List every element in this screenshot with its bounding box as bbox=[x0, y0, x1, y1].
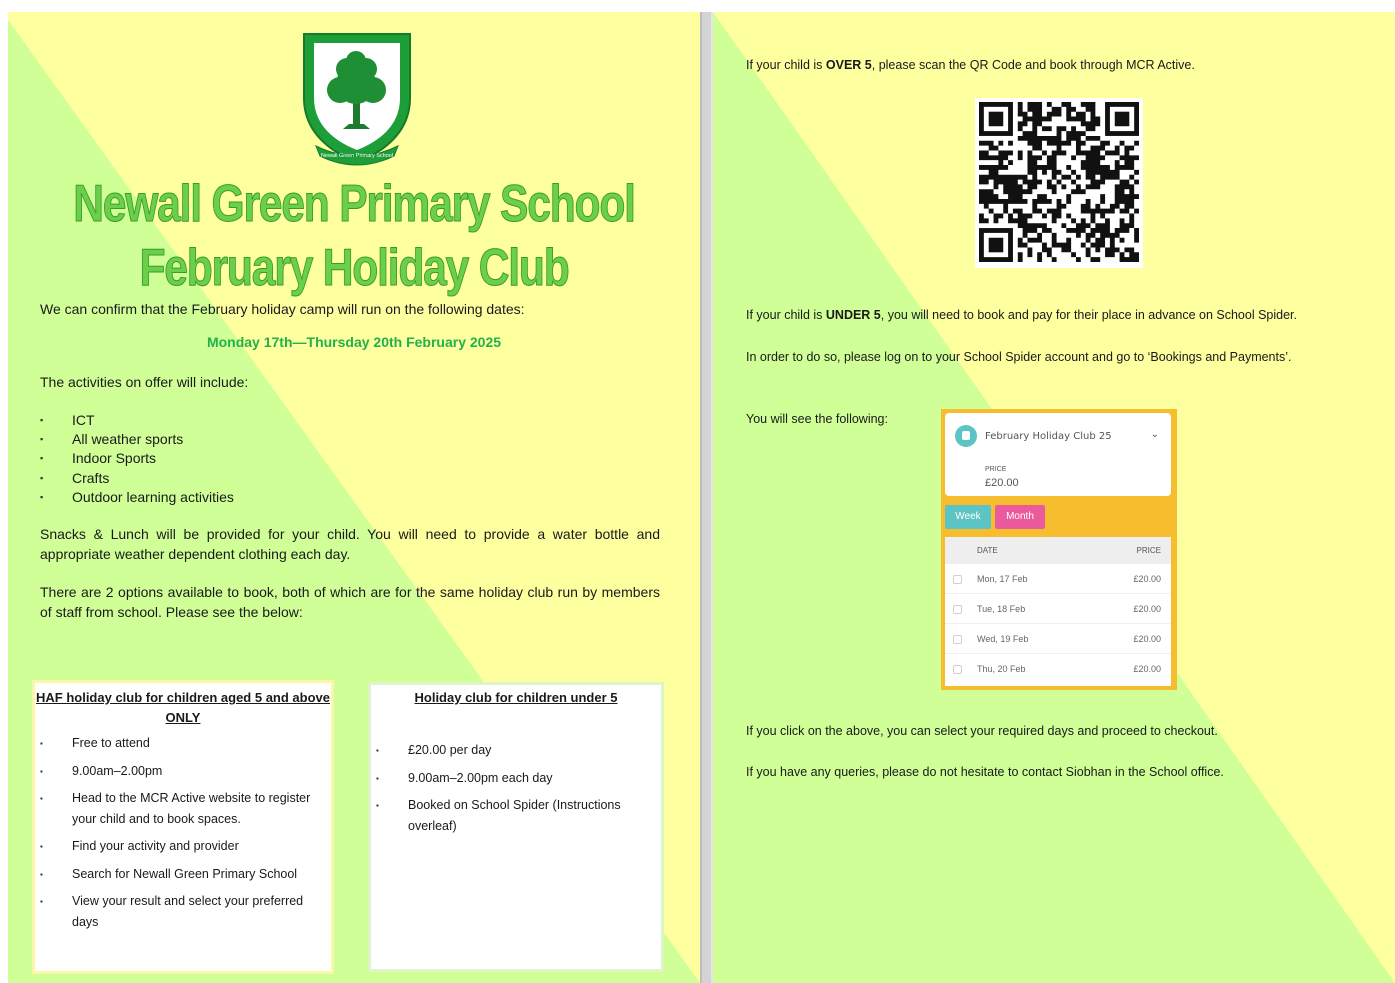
table-header: DATE PRICE bbox=[945, 537, 1171, 563]
row-price: £20.00 bbox=[1133, 634, 1161, 644]
page-divider bbox=[700, 12, 713, 983]
right-page: If your child is OVER 5, please scan the… bbox=[713, 12, 1395, 983]
row-date: Tue, 18 Feb bbox=[977, 604, 1026, 614]
booking-widget-screenshot: February Holiday Club 25 ⌄ PRICE £20.00 … bbox=[941, 409, 1177, 690]
event-card[interactable]: February Holiday Club 25 ⌄ PRICE £20.00 bbox=[945, 413, 1171, 496]
price-label: PRICE bbox=[985, 466, 1007, 473]
list-item: ICT bbox=[40, 411, 234, 430]
day-checkbox[interactable] bbox=[953, 635, 962, 644]
day-checkbox[interactable] bbox=[953, 665, 962, 674]
price-value: £20.00 bbox=[985, 477, 1019, 489]
haf-club-box: HAF holiday club for children aged 5 and… bbox=[32, 680, 334, 974]
options-text: There are 2 options available to book, b… bbox=[40, 584, 660, 620]
list-item: £20.00 per day bbox=[376, 740, 646, 761]
calendar-icon bbox=[955, 425, 977, 447]
school-crest-icon: Newall Green Primary School bbox=[303, 33, 411, 166]
day-checkbox[interactable] bbox=[953, 575, 962, 584]
queries-text: If you have any queries, please do not h… bbox=[746, 765, 1224, 779]
qr-code-icon[interactable] bbox=[975, 98, 1143, 268]
column-header-price: PRICE bbox=[1136, 546, 1161, 555]
under5-box-list: £20.00 per day 9.00am–2.00pm each day Bo… bbox=[376, 740, 646, 836]
over5-text: If your child is OVER 5, please scan the… bbox=[746, 58, 1195, 72]
booking-table: DATE PRICE Mon, 17 Feb £20.00 Tue, 18 Fe… bbox=[945, 537, 1171, 686]
intro-text: We can confirm that the February holiday… bbox=[40, 301, 525, 317]
row-date: Mon, 17 Feb bbox=[977, 574, 1028, 584]
list-item: Booked on School Spider (Instructions ov… bbox=[376, 795, 646, 836]
event-name: February Holiday Club 25 bbox=[985, 431, 1112, 442]
list-item: Indoor Sports bbox=[40, 449, 234, 468]
login-text: In order to do so, please log on to your… bbox=[746, 350, 1292, 364]
under5-club-box: Holiday club for children under 5 £20.00… bbox=[368, 682, 664, 972]
list-item: 9.00am–2.00pm each day bbox=[376, 768, 646, 788]
table-row[interactable]: Mon, 17 Feb £20.00 bbox=[945, 563, 1171, 593]
table-row[interactable]: Thu, 20 Feb £20.00 bbox=[945, 653, 1171, 683]
row-date: Thu, 20 Feb bbox=[977, 664, 1026, 674]
list-item: Outdoor learning activities bbox=[40, 488, 234, 507]
svg-text:Newall Green Primary School: Newall Green Primary School bbox=[321, 153, 393, 159]
list-item: 9.00am–2.00pm bbox=[40, 761, 325, 781]
activities-intro: The activities on offer will include: bbox=[40, 374, 249, 390]
club-dates: Monday 17th—Thursday 20th February 2025 bbox=[206, 334, 502, 350]
list-item: Head to the MCR Active website to regist… bbox=[40, 788, 325, 829]
list-item: Crafts bbox=[40, 469, 234, 488]
row-price: £20.00 bbox=[1133, 604, 1161, 614]
row-date: Wed, 19 Feb bbox=[977, 634, 1029, 644]
table-row[interactable]: Tue, 18 Feb £20.00 bbox=[945, 593, 1171, 623]
haf-box-title-only: ONLY bbox=[165, 710, 201, 725]
haf-box-list: Free to attend 9.00am–2.00pm Head to the… bbox=[40, 733, 325, 932]
snacks-text: Snacks & Lunch will be provided for your… bbox=[40, 526, 660, 562]
day-checkbox[interactable] bbox=[953, 605, 962, 614]
see-following-text: You will see the following: bbox=[746, 412, 888, 426]
list-item: All weather sports bbox=[40, 430, 234, 449]
list-item: Search for Newall Green Primary School bbox=[40, 864, 325, 884]
page-title: Newall Green Primary School bbox=[73, 175, 637, 234]
page-subtitle: February Holiday Club bbox=[139, 239, 570, 298]
list-item: View your result and select your preferr… bbox=[40, 891, 325, 932]
table-row[interactable]: Wed, 19 Feb £20.00 bbox=[945, 623, 1171, 653]
row-price: £20.00 bbox=[1133, 574, 1161, 584]
haf-box-title: HAF holiday club for children aged 5 and… bbox=[36, 690, 330, 705]
list-item: Free to attend bbox=[40, 733, 325, 754]
row-price: £20.00 bbox=[1133, 664, 1161, 674]
click-text: If you click on the above, you can selec… bbox=[746, 724, 1218, 738]
tab-month[interactable]: Month bbox=[995, 505, 1045, 529]
chevron-down-icon[interactable]: ⌄ bbox=[1151, 429, 1159, 440]
under5-box-title: Holiday club for children under 5 bbox=[414, 690, 618, 705]
activities-list: ICT All weather sports Indoor Sports Cra… bbox=[40, 411, 234, 507]
tab-week[interactable]: Week bbox=[945, 505, 991, 529]
under5-text: If your child is UNDER 5, you will need … bbox=[746, 308, 1298, 322]
left-page: Newall Green Primary School Newall Green… bbox=[8, 12, 700, 983]
list-item: Find your activity and provider bbox=[40, 836, 325, 857]
column-header-date: DATE bbox=[977, 546, 998, 555]
